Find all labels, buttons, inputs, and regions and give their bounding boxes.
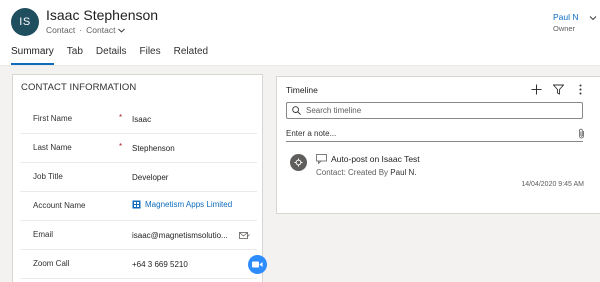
- timeline-post[interactable]: Auto-post on Isaac Test Contact: Created…: [286, 154, 592, 200]
- video-camera-icon: [252, 261, 263, 268]
- owner-link[interactable]: Paul N: [553, 12, 579, 22]
- timeline-title: Timeline: [286, 85, 318, 95]
- required-marker: *: [119, 113, 123, 122]
- email-value[interactable]: isaac@magnetismsolutio...: [132, 231, 228, 240]
- record-title: Isaac Stephenson: [46, 7, 159, 23]
- field-label: First Name: [33, 114, 73, 123]
- tab-tab[interactable]: Tab: [67, 46, 83, 65]
- record-header: IS Isaac Stephenson Contact · Contact Pa…: [0, 0, 600, 74]
- form-tabs: Summary Tab Details Files Related: [11, 46, 208, 65]
- tab-summary[interactable]: Summary: [11, 46, 54, 65]
- note-entry: [286, 126, 583, 142]
- timeline-search-input[interactable]: [306, 106, 566, 115]
- account-icon: [132, 200, 141, 209]
- account-name-text: Magnetism Apps Limited: [145, 200, 233, 209]
- header-expand-chevron-icon[interactable]: [589, 14, 597, 22]
- field-label: Account Name: [33, 201, 86, 210]
- section-title: CONTACT INFORMATION: [21, 82, 137, 93]
- paperclip-icon[interactable]: [577, 128, 586, 139]
- field-first-name: First Name * Isaac: [20, 106, 257, 134]
- email-compose-icon[interactable]: [239, 231, 250, 240]
- owner-field: Paul N Owner: [553, 12, 579, 33]
- system-avatar-icon: [290, 154, 307, 171]
- job-title-value[interactable]: Developer: [132, 173, 168, 182]
- chevron-down-icon: [118, 28, 126, 33]
- last-name-value[interactable]: Stephenson: [132, 144, 175, 153]
- post-subtitle: Contact: Created By Paul N.: [316, 168, 417, 177]
- form-name: Contact: [86, 25, 116, 35]
- form-body: CONTACT INFORMATION First Name * Isaac L…: [0, 66, 600, 282]
- post-icon: [316, 154, 327, 164]
- subtitle-separator: ·: [79, 25, 83, 35]
- timeline-panel: Timeline Auto-post on Isaac Tes: [276, 76, 600, 214]
- post-author: Paul N.: [390, 168, 417, 177]
- more-commands-button[interactable]: [574, 83, 587, 96]
- entity-name: Contact: [46, 25, 76, 35]
- field-account-name: Account Name Magnetism Apps Limited: [20, 193, 257, 221]
- first-name-value[interactable]: Isaac: [132, 115, 151, 124]
- field-label: Last Name: [33, 143, 72, 152]
- timeline-actions: [530, 83, 587, 96]
- record-subtitle: Contact · Contact: [46, 25, 126, 35]
- owner-label: Owner: [553, 24, 576, 33]
- field-job-title: Job Title Developer: [20, 164, 257, 192]
- field-label: Zoom Call: [33, 259, 70, 268]
- search-icon: [292, 106, 301, 115]
- form-selector[interactable]: Contact: [86, 25, 126, 35]
- account-name-link[interactable]: Magnetism Apps Limited: [132, 200, 232, 209]
- zoom-call-button[interactable]: [248, 255, 267, 274]
- required-marker: *: [119, 142, 123, 151]
- post-created-by: Contact: Created By: [316, 168, 389, 177]
- field-zoom-call: Zoom Call +64 3 669 5210: [20, 251, 267, 279]
- zoom-call-value[interactable]: +64 3 669 5210: [132, 260, 188, 269]
- post-title: Auto-post on Isaac Test: [331, 154, 420, 164]
- field-label: Email: [33, 230, 54, 239]
- plus-icon: [531, 84, 542, 95]
- filter-button[interactable]: [552, 83, 565, 96]
- filter-icon: [553, 84, 564, 95]
- more-vertical-icon: [579, 84, 582, 95]
- timeline-search-box: [286, 102, 583, 119]
- record-avatar: IS: [11, 8, 39, 36]
- tab-details[interactable]: Details: [96, 46, 127, 65]
- post-timestamp: 14/04/2020 9:45 AM: [521, 181, 584, 188]
- field-email: Email isaac@magnetismsolutio...: [20, 222, 257, 250]
- contact-information-section: CONTACT INFORMATION First Name * Isaac L…: [12, 74, 267, 282]
- field-last-name: Last Name * Stephenson: [20, 135, 257, 163]
- field-label: Job Title: [33, 172, 63, 181]
- tab-files[interactable]: Files: [140, 46, 161, 65]
- tab-related[interactable]: Related: [174, 46, 208, 65]
- note-input[interactable]: [286, 129, 556, 138]
- add-activity-button[interactable]: [530, 83, 543, 96]
